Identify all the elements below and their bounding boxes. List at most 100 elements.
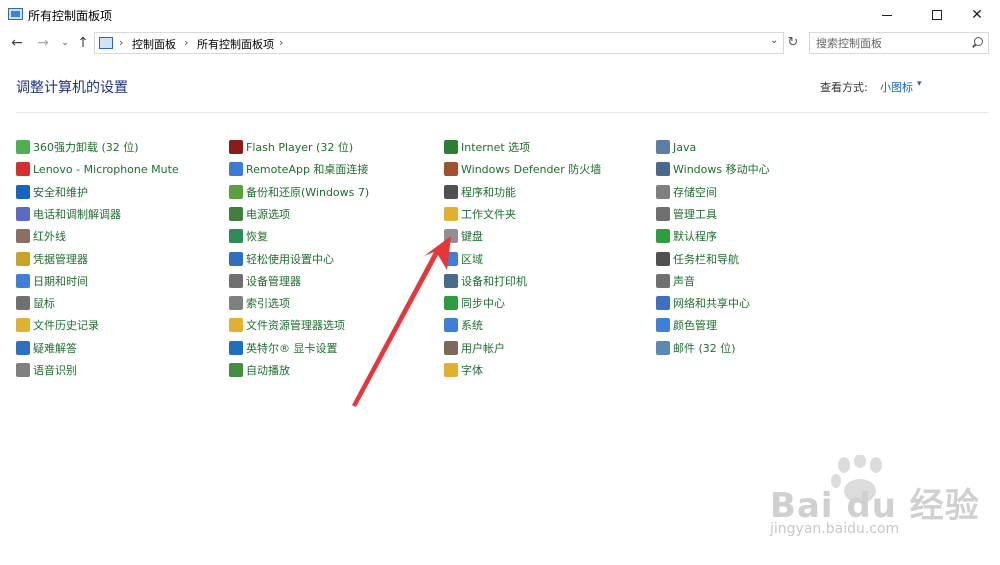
view-by-dropdown[interactable]: 小图标 [880,79,913,95]
maximize-icon [932,10,942,20]
control-panel-item[interactable]: 疑难解答 [16,338,77,358]
region-icon [444,251,458,266]
address-bar[interactable]: › 控制面板 › 所有控制面板项 › [94,32,784,54]
control-panel-item[interactable]: Windows Defender 防火墙 [444,159,601,179]
item-label: 电话和调制解调器 [33,207,121,221]
item-label: 用户帐户 [461,341,505,355]
item-label: RemoteApp 和桌面连接 [246,163,369,177]
control-panel-item[interactable]: 英特尔® 显卡设置 [229,338,338,358]
control-panel-item[interactable]: 同步中心 [444,293,505,313]
accessibility-icon [229,251,243,266]
search-box[interactable] [809,32,989,54]
speaker-icon [656,273,670,288]
index-icon [229,296,243,311]
control-panel-item[interactable]: 管理工具 [656,204,717,224]
control-panel-item[interactable]: 用户帐户 [444,338,505,358]
item-label: 安全和维护 [33,185,88,199]
item-label: 日期和时间 [33,274,88,288]
control-panel-item[interactable]: Java [656,137,696,157]
control-panel-item[interactable]: 字体 [444,360,483,380]
control-panel-item[interactable]: 声音 [656,271,695,291]
file-history-icon [16,318,30,333]
control-panel-item[interactable]: 电话和调制解调器 [16,204,121,224]
control-panel-item[interactable]: 键盘 [444,226,483,246]
control-panel-item[interactable]: 鼠标 [16,293,55,313]
control-panel-item[interactable]: 安全和维护 [16,182,88,202]
minimize-button[interactable] [864,0,910,30]
close-button[interactable]: ✕ [954,0,1000,30]
control-panel-item[interactable]: 恢复 [229,226,268,246]
address-dropdown-button[interactable]: ⌄ [770,35,778,46]
control-panel-item[interactable]: 文件资源管理器选项 [229,315,345,335]
mouse-icon [16,296,30,311]
refresh-button[interactable]: ↻ [784,32,802,52]
item-label: Internet 选项 [461,141,531,154]
item-label: 字体 [461,364,483,377]
search-icon[interactable] [972,37,983,47]
firewall-icon [444,162,458,177]
item-label: 存储空间 [673,185,717,199]
baidu-watermark-logo: Bai du 经验 [770,486,980,526]
item-label: 英特尔® 显卡设置 [246,341,338,355]
control-panel-item[interactable]: 凭据管理器 [16,249,88,269]
control-panel-item[interactable]: 电源选项 [229,204,290,224]
item-label: Windows 移动中心 [673,163,770,177]
item-label: Flash Player (32 位) [246,141,354,154]
control-panel-item[interactable]: 网络和共享中心 [656,293,750,313]
control-panel-item[interactable]: 语音识别 [16,360,77,380]
back-button[interactable]: ← [8,33,26,53]
forward-button[interactable]: → [34,33,52,53]
programs-icon [444,184,458,199]
control-panel-item[interactable]: 备份和还原(Windows 7) [229,182,369,202]
control-panel-item[interactable]: 程序和功能 [444,182,516,202]
control-panel-item[interactable]: RemoteApp 和桌面连接 [229,159,368,179]
control-panel-item[interactable]: 索引选项 [229,293,290,313]
control-panel-item[interactable]: 邮件 (32 位) [656,338,736,358]
keyboard-icon [444,229,458,244]
item-label: 默认程序 [673,230,717,244]
breadcrumb-control-panel[interactable]: 控制面板 [132,36,176,52]
system-icon [444,318,458,333]
control-panel-item[interactable]: 自动播放 [229,360,290,380]
arrow-up-icon: ↑ [77,35,89,51]
item-label: 区域 [461,252,483,266]
recent-locations-button[interactable]: ⌄ [56,33,74,53]
control-panel-item[interactable]: 系统 [444,315,483,335]
control-panel-item[interactable]: 设备管理器 [229,271,301,291]
item-label: 语音识别 [33,364,77,377]
item-label: Lenovo - Microphone Mute [33,162,179,176]
control-panel-item[interactable]: Flash Player (32 位) [229,137,353,157]
item-label: 索引选项 [246,297,290,311]
control-panel-item[interactable]: Internet 选项 [444,137,530,157]
control-panel-item[interactable]: 任务栏和导航 [656,249,739,269]
control-panel-item[interactable]: 360强力卸载 (32 位) [16,137,139,157]
control-panel-item[interactable]: 设备和打印机 [444,271,527,291]
user-accounts-icon [444,340,458,355]
item-label: 键盘 [461,230,483,244]
item-label: 鼠标 [33,297,55,311]
control-panel-item[interactable]: Windows 移动中心 [656,159,770,179]
control-panel-item[interactable]: 文件历史记录 [16,315,99,335]
control-panel-item[interactable]: 红外线 [16,226,66,246]
caret-down-icon[interactable]: ▾ [917,79,922,89]
chevron-down-icon: ⌄ [61,38,69,48]
up-button[interactable]: ↑ [74,33,92,53]
control-panel-item[interactable]: 区域 [444,249,483,269]
item-label: 管理工具 [673,207,717,221]
clock-icon [16,273,30,288]
control-panel-item[interactable]: 颜色管理 [656,315,717,335]
control-panel-item[interactable]: 存储空间 [656,182,717,202]
control-panel-item[interactable]: 日期和时间 [16,271,88,291]
search-input[interactable] [816,36,966,50]
breadcrumb-all-items[interactable]: 所有控制面板项 [197,36,274,52]
color-management-icon [656,318,670,333]
control-panel-items: 360强力卸载 (32 位) Lenovo - Microphone Mute 安全… [16,137,976,377]
control-panel-item[interactable]: 工作文件夹 [444,204,516,224]
item-label: 轻松使用设置中心 [246,252,334,266]
item-label: 工作文件夹 [461,207,516,221]
control-panel-item[interactable]: Lenovo - Microphone Mute [16,159,179,179]
close-icon: ✕ [971,7,983,23]
control-panel-item[interactable]: 轻松使用设置中心 [229,249,334,269]
item-label: 电源选项 [246,207,290,221]
control-panel-item[interactable]: 默认程序 [656,226,717,246]
